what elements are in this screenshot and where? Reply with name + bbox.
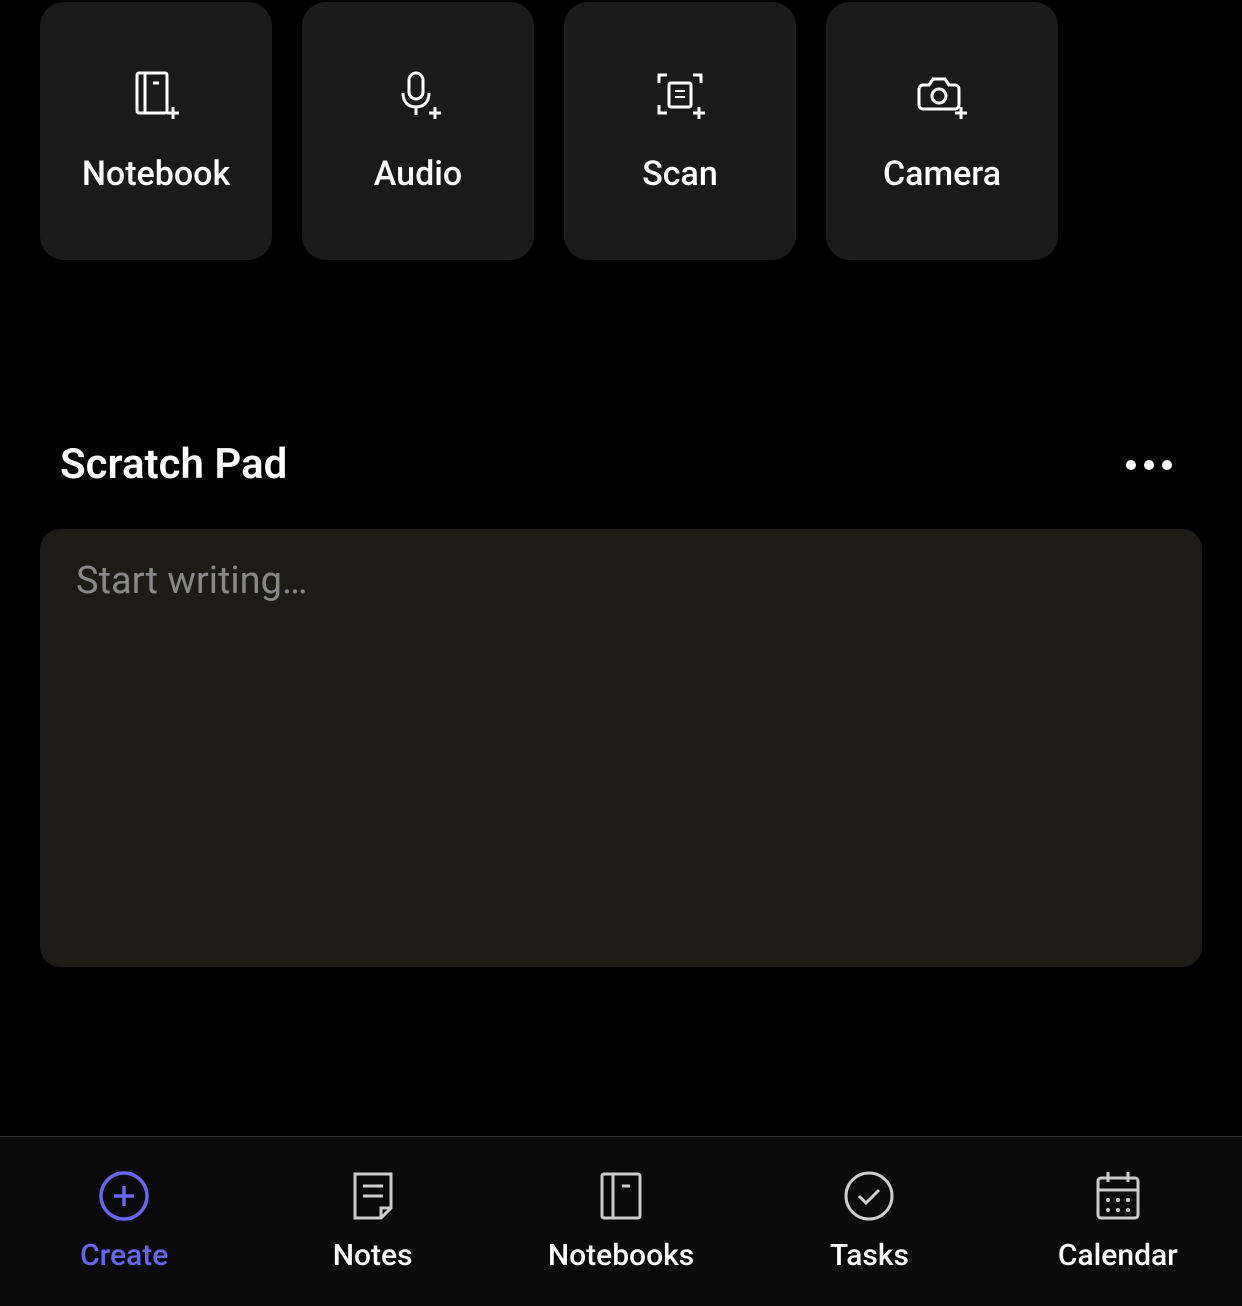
calendar-icon: [1092, 1170, 1144, 1222]
bottom-nav: Create Notes Notebooks: [0, 1136, 1242, 1306]
scratch-pad-title: Scratch Pad: [60, 440, 287, 489]
nav-item-calendar[interactable]: Calendar: [994, 1170, 1242, 1273]
camera-plus-icon: [914, 68, 970, 124]
quick-action-label: Scan: [642, 154, 718, 194]
more-icon: [1144, 460, 1154, 470]
quick-action-scan[interactable]: Scan: [564, 2, 796, 260]
nav-item-notes[interactable]: Notes: [248, 1170, 496, 1273]
nav-label: Tasks: [830, 1238, 909, 1273]
note-icon: [347, 1170, 399, 1222]
nav-label: Calendar: [1058, 1238, 1178, 1273]
nav-item-create[interactable]: Create: [0, 1170, 248, 1273]
scan-plus-icon: [652, 68, 708, 124]
microphone-plus-icon: [390, 68, 446, 124]
more-icon: [1162, 460, 1172, 470]
plus-circle-icon: [98, 1170, 150, 1222]
quick-action-audio[interactable]: Audio: [302, 2, 534, 260]
quick-action-label: Notebook: [82, 154, 230, 194]
scratch-pad-input[interactable]: [76, 559, 1166, 937]
scratch-pad-header: Scratch Pad: [40, 440, 1202, 489]
nav-item-notebooks[interactable]: Notebooks: [497, 1170, 745, 1273]
scratch-pad-area: [40, 529, 1202, 967]
nav-label: Create: [80, 1238, 168, 1273]
quick-action-label: Audio: [374, 154, 462, 194]
scratch-pad-section: Scratch Pad: [0, 440, 1242, 967]
notebook-icon: [595, 1170, 647, 1222]
notebook-plus-icon: [128, 68, 184, 124]
quick-action-label: Camera: [883, 154, 1001, 194]
quick-action-notebook[interactable]: Notebook: [40, 2, 272, 260]
nav-label: Notebooks: [548, 1238, 694, 1273]
nav-item-tasks[interactable]: Tasks: [745, 1170, 993, 1273]
nav-label: Notes: [333, 1238, 413, 1273]
more-button[interactable]: [1116, 450, 1182, 480]
quick-action-camera[interactable]: Camera: [826, 2, 1058, 260]
quick-actions-row: Notebook Audio: [0, 0, 1242, 260]
more-icon: [1126, 460, 1136, 470]
check-circle-icon: [843, 1170, 895, 1222]
